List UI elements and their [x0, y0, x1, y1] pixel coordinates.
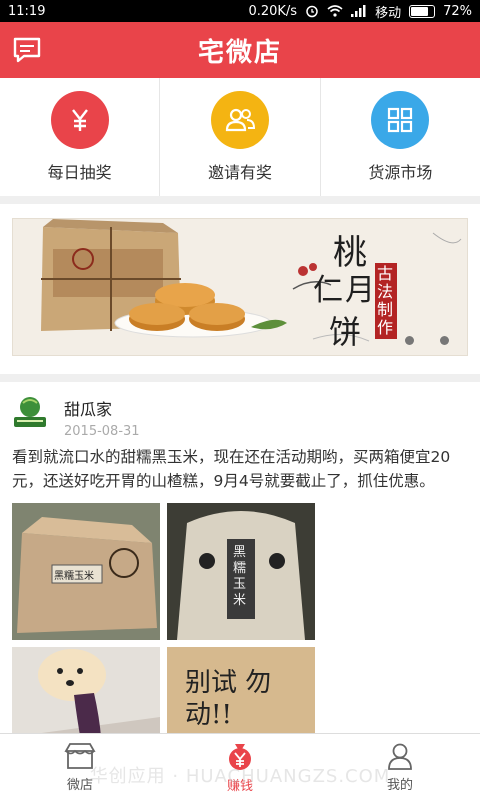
page-title: 宅微店 — [197, 37, 282, 68]
shop-icon — [64, 742, 96, 769]
yen-icon — [50, 91, 109, 149]
post-photo[interactable]: 黑糯玉米 — [167, 503, 315, 640]
tab-mine[interactable]: 我的 — [320, 734, 480, 800]
status-bar: 11:19 0.20K/s 移动 72% — [0, 0, 480, 22]
person-icon — [388, 743, 412, 770]
banner-title-char: 饼 — [329, 313, 362, 351]
network-speed: 0.20K/s — [248, 3, 298, 19]
money-bag-icon — [229, 743, 251, 770]
photo-caption: 黑糯玉米 — [54, 571, 94, 582]
banner-section: 桃 仁 月 饼 古法制作 — [0, 204, 480, 374]
banner-stamp: 古法制作 — [377, 264, 394, 337]
promo-banner[interactable]: 桃 仁 月 饼 古法制作 — [12, 218, 468, 356]
quick-label: 邀请有奖 — [207, 163, 272, 182]
avatar[interactable] — [12, 394, 48, 430]
quick-actions: 每日抽奖 邀请有奖 货源市场 — [0, 78, 480, 196]
bottom-nav: 微店 赚钱 我的 华创应用 · HUACHUANGZS.COM — [0, 733, 480, 800]
battery-level: 72% — [443, 3, 472, 19]
tab-earn[interactable]: 赚钱 — [160, 734, 320, 800]
post-photos: 黑糯玉米 黑糯玉米 别试 勿动!! — [12, 503, 468, 739]
photo-caption: 别试 勿动!! — [185, 668, 272, 730]
carrier: 移动 — [375, 5, 402, 21]
mooncake-image — [41, 219, 462, 342]
tab-label: 我的 — [386, 777, 413, 793]
quick-supply-market[interactable]: 货源市场 — [321, 78, 480, 196]
post-author[interactable]: 甜瓜家 — [64, 396, 140, 420]
tab-shop[interactable]: 微店 — [0, 734, 160, 800]
banner-title-char: 月 — [345, 273, 375, 308]
banner-title-char: 仁 — [313, 273, 343, 308]
quick-label: 每日抽奖 — [47, 163, 112, 182]
users-icon — [210, 91, 269, 149]
carousel-indicator — [405, 336, 449, 345]
photo-caption: 黑糯玉米 — [233, 545, 247, 608]
carousel-dot — [405, 336, 414, 345]
wifi-icon — [327, 5, 343, 17]
post-date: 2015-08-31 — [64, 424, 140, 439]
tab-label: 赚钱 — [226, 778, 253, 794]
status-time: 11:19 — [8, 3, 46, 19]
post-photo[interactable]: 别试 勿动!! — [167, 647, 315, 739]
post-text: 看到就流口水的甜糯黑玉米，现在还在活动期哟，买两箱便宜20元，还送好吃开胃的山楂… — [12, 448, 451, 490]
tab-label: 微店 — [66, 777, 93, 793]
signal-icon — [351, 5, 366, 17]
battery-icon — [409, 4, 436, 18]
post-photo[interactable] — [12, 647, 160, 739]
feed-post: 甜瓜家 2015-08-31 看到就流口水的甜糯黑玉米，现在还在活动期哟，买两箱… — [0, 382, 480, 739]
quick-label: 货源市场 — [368, 163, 433, 182]
app-header: 宅微店 — [0, 22, 480, 78]
carousel-dot — [440, 336, 449, 345]
alarm-icon — [306, 5, 318, 18]
message-icon[interactable] — [12, 36, 42, 64]
grid-icon — [371, 91, 430, 149]
quick-daily-lottery[interactable]: 每日抽奖 — [0, 78, 161, 196]
quick-invite-reward[interactable]: 邀请有奖 — [160, 78, 321, 196]
post-photo[interactable]: 黑糯玉米 — [12, 503, 160, 640]
